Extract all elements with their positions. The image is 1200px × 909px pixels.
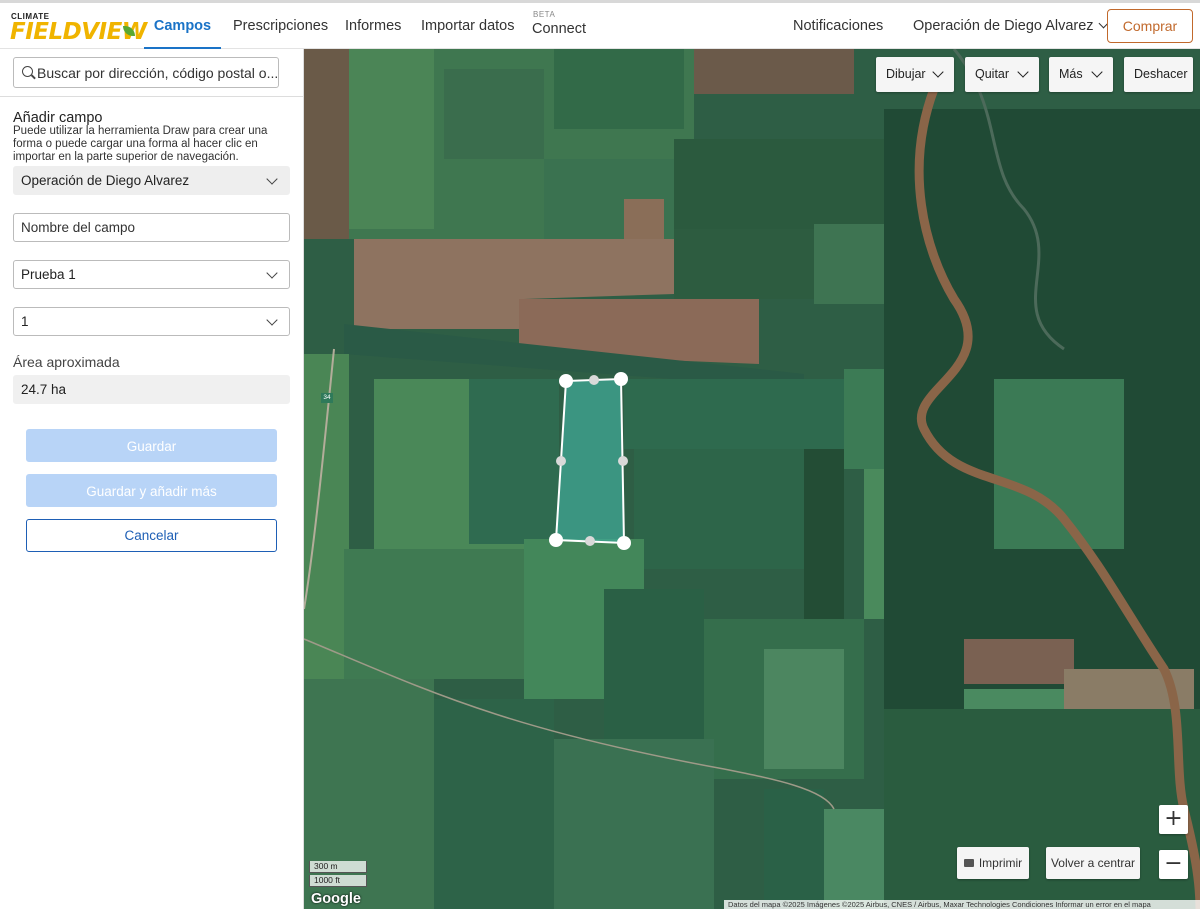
draw-dropdown[interactable]: Dibujar — [876, 57, 954, 92]
zoom-in-button[interactable]: + — [1159, 805, 1188, 834]
chevron-down-icon — [266, 314, 278, 326]
remove-label: Quitar — [975, 67, 1010, 81]
satellite-imagery — [304, 49, 1200, 909]
nav-tab-informes[interactable]: Informes — [345, 3, 401, 49]
chevron-down-icon — [932, 66, 944, 78]
search-icon — [22, 66, 33, 77]
field-name-placeholder: Nombre del campo — [21, 220, 136, 235]
notifications-link[interactable]: Notificaciones — [793, 3, 883, 49]
add-field-description: Puede utilizar la herramienta Draw para … — [13, 125, 268, 163]
fieldview-logo[interactable]: CLIMATE FIELDVIEW — [10, 11, 147, 45]
sidebar: Añadir campo Puede utilizar la herramien… — [0, 49, 304, 909]
chevron-down-icon — [1091, 66, 1103, 78]
operation-selector[interactable]: Operación de Diego Alvarez — [913, 3, 1109, 49]
print-label: Imprimir — [978, 856, 1023, 870]
field-name-input[interactable]: Nombre del campo — [13, 213, 290, 242]
operation-select-value: Operación de Diego Alvarez — [21, 173, 190, 188]
nav-tab-campos[interactable]: Campos — [144, 3, 221, 49]
remove-dropdown[interactable]: Quitar — [965, 57, 1039, 92]
draw-label: Dibujar — [886, 67, 926, 81]
scale-feet: 1000 ft — [309, 875, 367, 887]
road-marker: 34 — [321, 393, 333, 403]
save-and-add-button[interactable]: Guardar y añadir más — [26, 474, 277, 507]
search-input[interactable] — [37, 59, 277, 87]
buy-button[interactable]: Comprar — [1107, 9, 1193, 43]
operation-selector-label: Operación de Diego Alvarez — [913, 18, 1094, 34]
satellite-map[interactable]: 34 Dibujar Quitar Más Deshacer + − Impri… — [304, 49, 1200, 909]
save-button[interactable]: Guardar — [26, 429, 277, 462]
farm-select-value: Prueba 1 — [21, 267, 76, 282]
nav-tab-connect[interactable]: Connect — [532, 21, 586, 37]
area-value: 24.7 ha — [13, 375, 290, 404]
recenter-button[interactable]: Volver a centrar — [1046, 847, 1140, 879]
printer-icon — [963, 859, 974, 867]
print-button[interactable]: Imprimir — [957, 847, 1029, 879]
google-logo: Google — [311, 891, 361, 907]
nav-tab-importar-datos[interactable]: Importar datos — [421, 3, 515, 49]
map-attribution[interactable]: Datos del mapa ©2025 Imágenes ©2025 Airb… — [724, 900, 1200, 909]
chevron-down-icon — [266, 267, 278, 279]
search-box[interactable] — [13, 57, 279, 88]
scale-meters: 300 m — [309, 861, 367, 873]
map-scale: 300 m 1000 ft — [309, 861, 367, 889]
chevron-down-icon — [1017, 66, 1029, 78]
more-label: Más — [1059, 67, 1083, 81]
add-field-title: Añadir campo — [13, 110, 103, 126]
chevron-down-icon — [266, 173, 278, 185]
more-dropdown[interactable]: Más — [1049, 57, 1113, 92]
undo-button[interactable]: Deshacer — [1124, 57, 1193, 92]
top-nav: CLIMATE FIELDVIEW Campos Prescripciones … — [0, 0, 1200, 49]
search-bar — [0, 49, 304, 97]
nav-tab-prescripciones[interactable]: Prescripciones — [233, 3, 328, 49]
number-select-value: 1 — [21, 314, 29, 329]
farm-select[interactable]: Prueba 1 — [13, 260, 290, 289]
number-select[interactable]: 1 — [13, 307, 290, 336]
zoom-out-button[interactable]: − — [1159, 850, 1188, 879]
operation-select[interactable]: Operación de Diego Alvarez — [13, 166, 290, 195]
area-label: Área aproximada — [13, 354, 120, 370]
cancel-button[interactable]: Cancelar — [26, 519, 277, 552]
beta-badge: BETA — [533, 10, 556, 19]
